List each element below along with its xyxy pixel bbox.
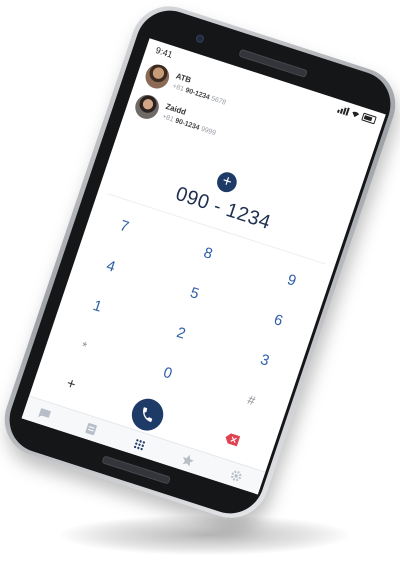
contact-name: ATB [174, 71, 193, 85]
key-6[interactable]: 6 [250, 299, 306, 343]
key-5[interactable]: 5 [166, 272, 222, 316]
key-4[interactable]: 4 [83, 245, 139, 289]
tab-favorites[interactable] [171, 447, 205, 473]
phone-device: 9:41 ATB +81 90-1234 5678 Zaidd +81 90-1… [0, 0, 400, 528]
keypad-icon [133, 439, 146, 451]
device-shadow [60, 515, 350, 555]
key-1[interactable]: 1 [69, 285, 125, 329]
wifi-icon [352, 111, 360, 118]
chat-icon [38, 408, 52, 418]
backspace-icon [225, 432, 241, 446]
avatar [142, 61, 173, 92]
tab-settings[interactable] [219, 463, 253, 489]
key-7[interactable]: 7 [96, 205, 152, 249]
key-3[interactable]: 3 [237, 339, 293, 383]
key-2[interactable]: 2 [153, 312, 209, 356]
phone-screen: 9:41 ATB +81 90-1234 5678 Zaidd +81 90-1… [21, 38, 386, 495]
key-star[interactable]: * [56, 325, 112, 369]
tab-keypad[interactable] [123, 432, 157, 458]
status-time: 9:41 [154, 45, 174, 60]
key-plus[interactable]: + [43, 363, 99, 407]
signal-icon [337, 105, 350, 116]
phone-icon [143, 407, 153, 422]
contacts-icon [85, 423, 97, 436]
front-camera [194, 33, 205, 44]
key-0[interactable]: 0 [139, 352, 195, 396]
battery-icon [361, 112, 377, 125]
tab-messages[interactable] [28, 401, 62, 427]
delete-button[interactable] [215, 426, 249, 452]
add-contact-button[interactable]: + [214, 169, 240, 195]
avatar [132, 91, 163, 122]
star-icon [182, 454, 194, 467]
key-8[interactable]: 8 [180, 232, 236, 276]
tab-contacts[interactable] [74, 416, 108, 442]
plus-icon: + [219, 172, 235, 192]
contact-number: +81 90-1234 9999 [161, 113, 217, 138]
key-9[interactable]: 9 [264, 259, 320, 303]
gear-icon [231, 470, 242, 482]
key-hash[interactable]: # [223, 379, 279, 423]
